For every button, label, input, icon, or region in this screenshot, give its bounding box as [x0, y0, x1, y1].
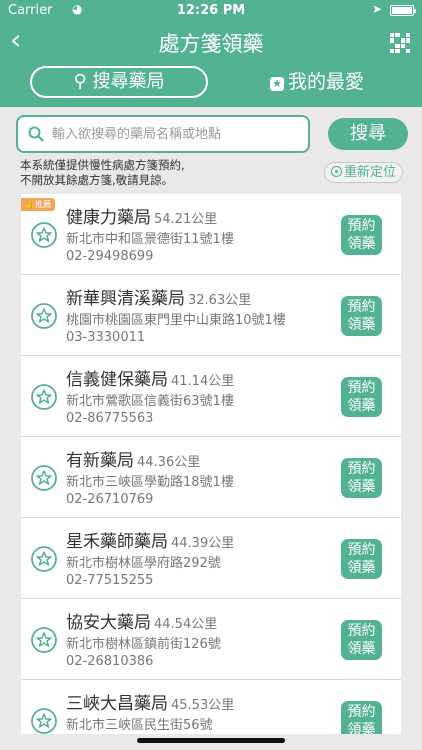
pharmacy-name: 星禾藥師藥局 — [66, 532, 168, 552]
pharmacy-distance: 44.39公里 — [171, 536, 235, 551]
home-indicator — [137, 738, 285, 743]
locate-icon — [331, 166, 342, 177]
pharmacy-name: 新華興清溪藥局 — [66, 289, 185, 309]
book-label-2: 領藥 — [347, 398, 376, 414]
book-label-2: 領藥 — [347, 236, 376, 252]
book-label-1: 預約 — [347, 461, 376, 477]
list-item[interactable]: 有新藥局 44.36公里 新北市三峽區學勤路18號1樓 02-26710769 預… — [21, 437, 401, 518]
book-label-1: 預約 — [347, 218, 376, 234]
notice-line-2: 不開放其餘處方箋,敬請見諒。 — [20, 173, 174, 187]
list-item[interactable]: 三峽大昌藥局 45.53公里 新北市三峽區民生街56號 預約領藥 — [21, 680, 401, 734]
pharmacy-address: 新北市三峽區學勤路18號1樓 — [66, 475, 234, 490]
pharmacy-address: 新北市樹林區鎮前街126號 — [66, 637, 221, 652]
book-label-2: 領藥 — [347, 479, 376, 495]
pharmacy-address: 新北市中和區景德街11號1樓 — [66, 232, 234, 247]
book-label-1: 預約 — [347, 380, 376, 396]
pharmacy-distance: 45.53公里 — [171, 698, 235, 713]
pharmacy-distance: 41.14公里 — [171, 374, 235, 389]
relocate-label: 重新定位 — [344, 165, 397, 180]
notice-text: 本系統僅提供慢性病處方箋預約, 不開放其餘處方箋,敬請見諒。 — [20, 158, 185, 188]
search-input[interactable] — [52, 123, 302, 145]
favorite-star-icon[interactable] — [31, 546, 57, 572]
battery-icon — [390, 5, 416, 16]
pharmacy-phone[interactable]: 02-86775563 — [66, 411, 153, 426]
search-button[interactable]: 搜尋 — [328, 118, 408, 150]
book-button[interactable]: 預約 領藥 — [341, 701, 382, 734]
pharmacy-distance: 44.54公里 — [154, 617, 218, 632]
page-title: 處方箋領藥 — [158, 32, 264, 56]
pharmacy-phone[interactable]: 02-77515255 — [66, 573, 153, 588]
pharmacy-name: 信義健保藥局 — [66, 370, 168, 390]
pharmacy-name: 健康力藥局 — [66, 208, 151, 228]
status-bar: Carrier ◕ 12:26 PM ➤ — [0, 0, 422, 22]
recommend-badge: 👍推薦 — [21, 198, 55, 211]
tab-search-label: 搜尋藥局 — [92, 71, 165, 92]
book-button[interactable]: 預約 領藥 — [341, 215, 382, 255]
pharmacy-address: 新北市鶯歌區信義街63號1樓 — [66, 394, 234, 409]
qr-code-icon[interactable] — [390, 33, 410, 53]
favorite-star-icon[interactable] — [31, 465, 57, 491]
favorite-star-icon[interactable] — [31, 222, 57, 248]
tab-favorites-label: 我的最愛 — [288, 71, 365, 93]
pharmacy-address: 桃園市桃園區東門里中山東路10號1樓 — [66, 313, 286, 328]
pharmacy-address: 新北市三峽區民生街56號 — [66, 718, 213, 733]
list-item[interactable]: 信義健保藥局 41.14公里 新北市鶯歌區信義街63號1樓 02-86775563… — [21, 356, 401, 437]
book-button[interactable]: 預約 領藥 — [341, 296, 382, 336]
pharmacy-distance: 32.63公里 — [188, 293, 252, 308]
pharmacy-phone[interactable]: 02-29498699 — [66, 249, 153, 264]
list-item[interactable]: 👍推薦 健康力藥局 54.21公里 新北市中和區景德街11號1樓 02-29498… — [21, 194, 401, 275]
pharmacy-name: 三峽大昌藥局 — [66, 694, 168, 714]
book-label-1: 預約 — [347, 299, 376, 315]
list-item[interactable]: 新華興清溪藥局 32.63公里 桃園市桃園區東門里中山東路10號1樓 03-333… — [21, 275, 401, 356]
tab-search-pharmacy[interactable]: ⚲ 搜尋藥局 — [30, 66, 208, 98]
book-label-2: 領藥 — [347, 317, 376, 333]
pharmacy-phone[interactable]: 03-3330011 — [66, 330, 145, 345]
search-icon — [28, 126, 44, 142]
notice-line-1: 本系統僅提供慢性病處方箋預約, — [20, 158, 185, 172]
book-label-1: 預約 — [347, 623, 376, 639]
status-time: 12:26 PM — [176, 3, 246, 18]
location-arrow-icon: ➤ — [371, 2, 382, 16]
pharmacy-distance: 44.36公里 — [137, 455, 201, 470]
search-icon: ⚲ — [73, 71, 87, 92]
app-header: Carrier ◕ 12:26 PM ➤ ‹ 處方箋領藥 ⚲ 搜尋藥局 ★ 我的最… — [0, 0, 422, 107]
recommend-label: 推薦 — [34, 200, 51, 209]
book-button[interactable]: 預約 領藥 — [341, 620, 382, 660]
search-field[interactable] — [16, 115, 310, 153]
tab-favorites[interactable]: ★ 我的最愛 — [270, 68, 364, 96]
book-label-2: 領藥 — [347, 641, 376, 657]
relocate-button[interactable]: 重新定位 — [324, 162, 404, 183]
book-button[interactable]: 預約 領藥 — [341, 377, 382, 417]
pharmacy-distance: 54.21公里 — [154, 212, 218, 227]
pharmacy-phone[interactable]: 02-26810386 — [66, 654, 153, 669]
pharmacy-name: 協安大藥局 — [66, 613, 151, 633]
favorite-star-icon[interactable] — [31, 384, 57, 410]
favorite-star-icon[interactable] — [31, 708, 57, 734]
star-icon: ★ — [270, 77, 284, 91]
pharmacy-phone[interactable]: 02-26710769 — [66, 492, 153, 507]
pharmacy-name: 有新藥局 — [66, 451, 134, 471]
book-label-1: 預約 — [347, 704, 376, 720]
favorite-star-icon[interactable] — [31, 303, 57, 329]
book-button[interactable]: 預約 領藥 — [341, 458, 382, 498]
pharmacy-address: 新北市樹林區學府路292號 — [66, 556, 221, 571]
pharmacy-list: 👍推薦 健康力藥局 54.21公里 新北市中和區景德街11號1樓 02-29498… — [21, 194, 401, 734]
list-item[interactable]: 協安大藥局 44.54公里 新北市樹林區鎮前街126號 02-26810386 預… — [21, 599, 401, 680]
book-button[interactable]: 預約 領藥 — [341, 539, 382, 579]
list-item[interactable]: 星禾藥師藥局 44.39公里 新北市樹林區學府路292號 02-77515255 … — [21, 518, 401, 599]
book-label-2: 領藥 — [347, 560, 376, 576]
book-label-1: 預約 — [347, 542, 376, 558]
book-label-2: 領藥 — [347, 722, 376, 734]
favorite-star-icon[interactable] — [31, 627, 57, 653]
